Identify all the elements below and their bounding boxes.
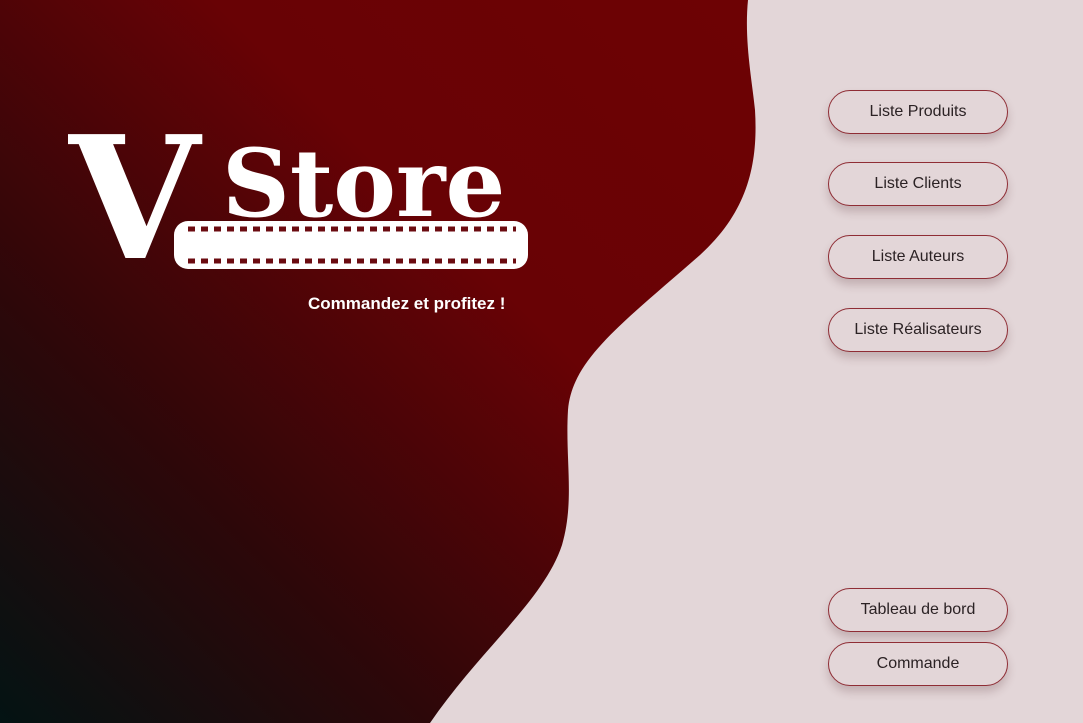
commande-button[interactable]: Commande <box>828 642 1008 686</box>
logo-graphic: V Store <box>68 112 528 277</box>
liste-realisateurs-button[interactable]: Liste Réalisateurs <box>828 308 1008 352</box>
liste-clients-button[interactable]: Liste Clients <box>828 162 1008 206</box>
liste-produits-button[interactable]: Liste Produits <box>828 90 1008 134</box>
main-window: V Store Commandez et profitez ! Liste Pr… <box>0 0 1083 723</box>
tableau-de-bord-button[interactable]: Tableau de bord <box>828 588 1008 632</box>
tagline: Commandez et profitez ! <box>308 294 506 313</box>
vstore-logo: V Store <box>68 112 538 277</box>
liste-auteurs-button[interactable]: Liste Auteurs <box>828 235 1008 279</box>
